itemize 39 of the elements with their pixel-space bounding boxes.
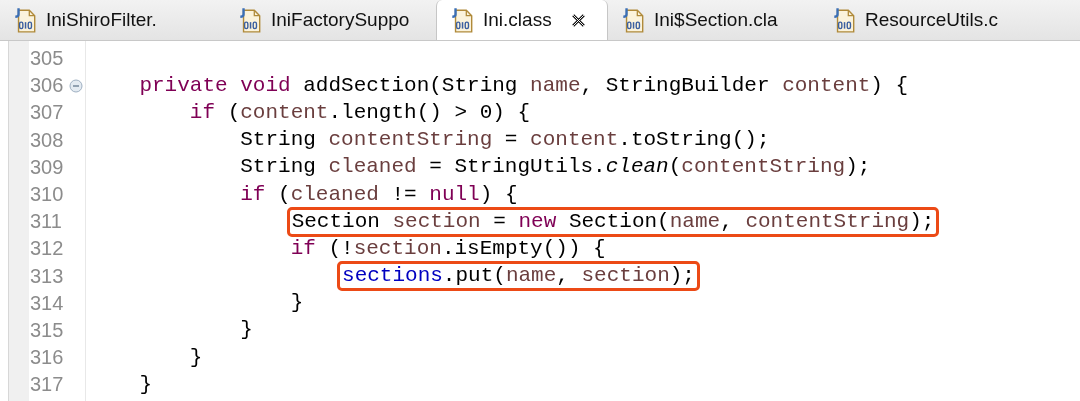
line-number: 316 <box>30 346 65 370</box>
editor-tab[interactable]: Ini.class <box>436 0 608 40</box>
class-file-icon <box>449 6 475 34</box>
code-line: } <box>188 344 204 371</box>
editor-tab[interactable]: Ini$Section.cla <box>608 0 819 40</box>
tab-label: IniShiroFilter. <box>46 9 157 31</box>
code-line: private void addSection(String name, StringBuilder content) { <box>138 72 910 99</box>
line-number: 307 <box>30 101 65 125</box>
line-number: 306 <box>30 74 65 98</box>
class-file-icon <box>831 6 857 34</box>
editor-tab[interactable]: ResourceUtils.c <box>819 0 1030 40</box>
line-number: 305 <box>30 47 65 71</box>
tab-label: Ini.class <box>483 9 552 31</box>
code-line: } <box>289 290 305 317</box>
line-number: 308 <box>30 128 65 152</box>
code-line: String contentString = content.toString(); <box>239 127 771 154</box>
class-file-icon <box>12 6 38 34</box>
line-number: 314 <box>30 291 65 315</box>
line-number: 311 <box>30 210 63 234</box>
tab-label: IniFactorySuppo <box>271 9 410 31</box>
code-line: } <box>239 317 254 344</box>
class-file-icon <box>620 6 646 34</box>
collapse-icon[interactable] <box>69 78 83 93</box>
editor-tab[interactable]: IniFactorySuppo <box>225 0 436 40</box>
line-number: 312 <box>30 237 65 261</box>
line-number: 315 <box>30 318 65 342</box>
class-file-icon <box>237 6 263 34</box>
line-number: 317 <box>30 373 65 397</box>
line-number: 313 <box>30 264 65 288</box>
code-line: if (!section.isEmpty()) { <box>289 235 607 262</box>
code-line: } <box>138 371 153 398</box>
code-line: String cleaned = StringUtils.clean(contentString); <box>239 154 872 181</box>
editor-tab[interactable]: IniShiroFilter. <box>0 0 225 40</box>
line-number: 310 <box>30 183 65 207</box>
line-number: 309 <box>30 155 65 179</box>
tab-label: ResourceUtils.c <box>865 9 999 31</box>
code-line: if (content.length() > 0) { <box>188 99 532 126</box>
tab-label: Ini$Section.cla <box>654 9 778 31</box>
code-line: if (cleaned != null) { <box>239 181 519 208</box>
